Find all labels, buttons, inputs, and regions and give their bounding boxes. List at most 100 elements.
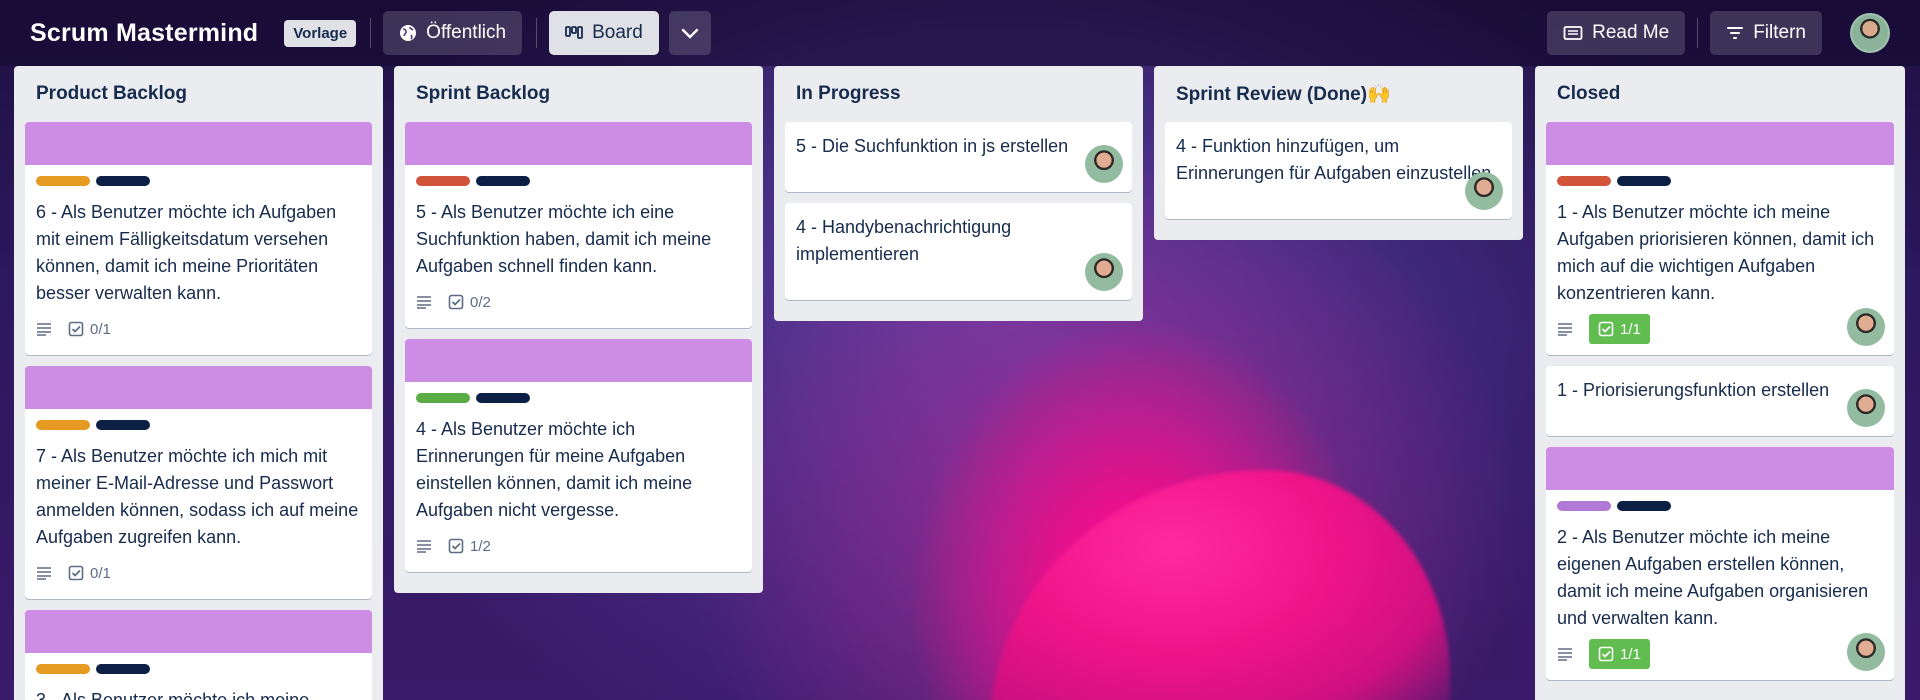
member-avatar[interactable]	[1465, 172, 1503, 210]
template-badge: Vorlage	[284, 19, 357, 47]
globe-icon	[399, 24, 417, 42]
card[interactable]: 4 - Funktion hinzufügen, um Erinnerungen…	[1165, 122, 1512, 219]
description-icon	[36, 322, 52, 336]
user-avatar[interactable]	[1850, 13, 1890, 53]
description-icon	[1557, 647, 1573, 661]
card[interactable]: 7 - Als Benutzer möchte ich mich mit mei…	[25, 366, 372, 599]
card-cover	[25, 610, 372, 653]
card-title: 4 - Funktion hinzufügen, um Erinnerungen…	[1176, 136, 1492, 183]
checklist-count: 1/1	[1620, 645, 1641, 663]
card-cover	[1546, 122, 1894, 165]
header-divider	[370, 18, 372, 48]
filter-icon	[1726, 26, 1744, 40]
member-avatar[interactable]	[1847, 308, 1885, 346]
list-sprint-review: Sprint Review (Done)🙌 4 - Funktion hinzu…	[1154, 66, 1523, 240]
checklist-badge: 1/2	[448, 538, 491, 555]
card-title: 2 - Als Benutzer möchte ich meine eigene…	[1557, 527, 1869, 628]
member-avatar[interactable]	[1847, 389, 1885, 427]
checklist-count: 0/2	[470, 293, 491, 311]
card[interactable]: 3 - Als Benutzer möchte ich meine	[25, 610, 372, 700]
list-sprint-backlog: Sprint Backlog 5 - Als Benutzer möchte i…	[394, 66, 763, 593]
label-green[interactable]	[416, 393, 470, 403]
label-red[interactable]	[416, 176, 470, 186]
list-title[interactable]: Product Backlog	[25, 66, 372, 122]
label-navy[interactable]	[96, 176, 150, 186]
card-title: 4 - Als Benutzer möchte ich Erinnerungen…	[416, 419, 693, 520]
label-orange[interactable]	[36, 176, 90, 186]
board-view-button[interactable]: Board	[549, 11, 659, 55]
member-avatar[interactable]	[1085, 145, 1123, 183]
checklist-icon	[1598, 646, 1614, 662]
description-icon	[36, 566, 52, 580]
filter-label: Filtern	[1753, 22, 1806, 43]
label-purple[interactable]	[1557, 501, 1611, 511]
card[interactable]: 4 - Als Benutzer möchte ich Erinnerungen…	[405, 339, 752, 572]
label-navy[interactable]	[1617, 176, 1671, 186]
board-icon	[565, 25, 583, 41]
card-title: 4 - Handybenachrichtigung implementieren	[796, 217, 1012, 264]
list-closed: Closed 1 - Als Benutzer möchte ich meine…	[1535, 66, 1905, 700]
header-divider	[1697, 18, 1699, 48]
card[interactable]: 1 - Priorisierungsfunktion erstellen	[1546, 366, 1894, 436]
checklist-badge-complete: 1/1	[1589, 639, 1650, 669]
readme-button[interactable]: Read Me	[1547, 11, 1686, 55]
card[interactable]: 5 - Als Benutzer möchte ich eine Suchfun…	[405, 122, 752, 328]
card[interactable]: 6 - Als Benutzer möchte ich Aufgaben mit…	[25, 122, 372, 355]
checklist-count: 1/1	[1620, 320, 1641, 338]
card[interactable]: 5 - Die Suchfunktion in js erstellen	[785, 122, 1132, 192]
label-orange[interactable]	[36, 664, 90, 674]
card-cover	[405, 122, 752, 165]
label-navy[interactable]	[476, 176, 530, 186]
description-icon	[1557, 322, 1573, 336]
checklist-badge-complete: 1/1	[1589, 314, 1650, 344]
header-divider	[536, 18, 538, 48]
card-cover	[25, 122, 372, 165]
list-product-backlog: Product Backlog 6 - Als Benutzer möchte …	[14, 66, 383, 700]
list-title[interactable]: In Progress	[785, 66, 1132, 122]
card-icon	[1563, 25, 1583, 41]
checklist-count: 0/1	[90, 320, 111, 338]
card-cover	[1546, 447, 1894, 490]
card-title: 6 - Als Benutzer möchte ich Aufgaben mit…	[36, 202, 337, 303]
checklist-icon	[1598, 321, 1614, 337]
label-navy[interactable]	[96, 420, 150, 430]
card-title: 3 - Als Benutzer möchte ich meine	[36, 690, 310, 700]
visibility-button[interactable]: Öffentlich	[383, 11, 523, 55]
card-cover	[25, 366, 372, 409]
card-title: 1 - Als Benutzer möchte ich meine Aufgab…	[1557, 202, 1875, 303]
checklist-icon	[448, 538, 464, 554]
member-avatar[interactable]	[1847, 633, 1885, 671]
card-title: 5 - Als Benutzer möchte ich eine Suchfun…	[416, 202, 712, 276]
card-cover	[405, 339, 752, 382]
label-navy[interactable]	[96, 664, 150, 674]
board-title[interactable]: Scrum Mastermind	[30, 19, 258, 48]
description-icon	[416, 539, 432, 553]
board-header: Scrum Mastermind Vorlage Öffentlich Boar…	[0, 0, 1920, 66]
filter-button[interactable]: Filtern	[1710, 11, 1822, 55]
checklist-badge: 0/2	[448, 294, 491, 311]
board-view-label: Board	[592, 22, 643, 43]
checklist-count: 1/2	[470, 537, 491, 555]
checklist-icon	[448, 294, 464, 310]
visibility-label: Öffentlich	[426, 22, 507, 43]
card[interactable]: 1 - Als Benutzer möchte ich meine Aufgab…	[1546, 122, 1894, 355]
list-in-progress: In Progress 5 - Die Suchfunktion in js e…	[774, 66, 1143, 321]
checklist-icon	[68, 565, 84, 581]
view-switcher-button[interactable]	[668, 11, 711, 55]
card[interactable]: 4 - Handybenachrichtigung implementieren	[785, 203, 1132, 300]
readme-label: Read Me	[1592, 22, 1670, 43]
card-title: 7 - Als Benutzer möchte ich mich mit mei…	[36, 446, 359, 547]
chevron-down-icon	[681, 27, 699, 39]
label-navy[interactable]	[1617, 501, 1671, 511]
list-title[interactable]: Closed	[1546, 66, 1894, 122]
member-avatar[interactable]	[1085, 253, 1123, 291]
list-title[interactable]: Sprint Review (Done)🙌	[1165, 66, 1512, 122]
card[interactable]: 2 - Als Benutzer möchte ich meine eigene…	[1546, 447, 1894, 680]
list-title[interactable]: Sprint Backlog	[405, 66, 752, 122]
checklist-badge: 0/1	[68, 321, 111, 338]
card-title: 1 - Priorisierungsfunktion erstellen	[1557, 380, 1830, 400]
label-orange[interactable]	[36, 420, 90, 430]
label-navy[interactable]	[476, 393, 530, 403]
card-title: 5 - Die Suchfunktion in js erstellen	[796, 136, 1069, 156]
label-red[interactable]	[1557, 176, 1611, 186]
